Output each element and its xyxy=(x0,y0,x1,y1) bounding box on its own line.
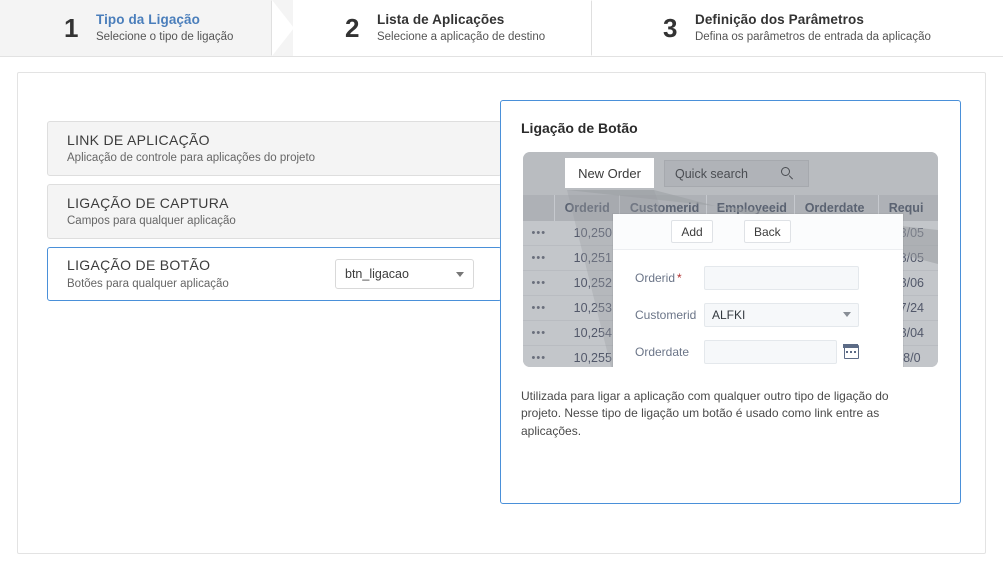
form-field-orderid: Orderid * xyxy=(613,259,903,296)
quick-search-field[interactable]: Quick search xyxy=(664,160,809,187)
step-1-title: Tipo da Ligação xyxy=(95,11,200,27)
preview-panel: Ligação de Botão Quick search New Order xyxy=(500,100,961,504)
grid-header-cell-0 xyxy=(523,195,555,221)
option-ligacao-de-botao-subtitle: Botões para qualquer aplicação xyxy=(67,277,229,290)
step-1-subtitle: Selecione o tipo de ligação xyxy=(95,30,234,43)
cell-orderid: 10,253 xyxy=(573,301,612,315)
customerid-select[interactable]: ALFKI xyxy=(704,302,859,327)
form-field-customerid: Customerid ALFKI xyxy=(613,296,903,333)
step-2-chevron-icon xyxy=(592,0,614,56)
orderdate-label: Orderdate xyxy=(635,344,690,359)
cell-orderid: 10,255 xyxy=(573,351,612,365)
option-link-de-aplicacao[interactable]: LINK DE APLICAÇÃO Aplicação de controle … xyxy=(47,121,502,176)
cell-orderid: 10,252 xyxy=(573,276,612,290)
step-2-lista-de-aplicacoes[interactable]: 2 Lista de Aplicações Selecione a aplica… xyxy=(293,0,614,56)
button-link-select-value: btn_ligacao xyxy=(345,267,409,281)
step-1-number: 1 xyxy=(64,13,78,43)
orderid-input[interactable] xyxy=(704,265,859,290)
form-field-orderdate: Orderdate xyxy=(613,333,903,367)
option-ligacao-de-botao[interactable]: LIGAÇÃO DE BOTÃO Botões para qualquer ap… xyxy=(47,247,502,301)
preview-title: Ligação de Botão xyxy=(521,120,638,136)
step-1-chevron-icon xyxy=(272,0,294,56)
wizard-stepper: 1 Tipo da Ligação Selecione o tipo de li… xyxy=(0,0,1003,57)
step-3-definicao-dos-parametros[interactable]: 3 Definição dos Parâmetros Defina os par… xyxy=(613,0,1003,56)
new-order-form-toolbar: Add Back xyxy=(613,214,903,250)
customerid-label: Customerid xyxy=(635,307,697,322)
step-2-number: 2 xyxy=(345,13,359,43)
chevron-down-icon xyxy=(843,312,851,317)
cell-orderid: 10,251 xyxy=(573,251,612,265)
orderid-label-text: Orderid xyxy=(635,270,676,285)
calendar-icon[interactable] xyxy=(843,343,859,359)
quick-search-placeholder: Quick search xyxy=(675,166,748,181)
search-icon xyxy=(781,167,794,180)
preview-illustration: Quick search New Order Orderid Customeri… xyxy=(523,152,938,367)
new-order-form: Add Back Orderid * Customerid ALFKI Orde… xyxy=(613,214,903,367)
row-menu-icon[interactable]: ••• xyxy=(523,246,555,271)
option-ligacao-de-captura[interactable]: LIGAÇÃO DE CAPTURA Campos para qualquer … xyxy=(47,184,502,239)
row-menu-icon[interactable]: ••• xyxy=(523,346,555,368)
row-menu-icon[interactable]: ••• xyxy=(523,296,555,321)
orderdate-input[interactable] xyxy=(704,339,837,364)
row-menu-icon[interactable]: ••• xyxy=(523,271,555,296)
step-3-number: 3 xyxy=(663,13,677,43)
option-ligacao-de-captura-subtitle: Campos para qualquer aplicação xyxy=(67,215,236,228)
back-button[interactable]: Back xyxy=(744,220,791,243)
required-asterisk-icon: * xyxy=(677,270,682,285)
step-2-subtitle: Selecione a aplicação de destino xyxy=(376,30,546,43)
step-2-title: Lista de Aplicações xyxy=(376,11,505,27)
option-link-de-aplicacao-title: LINK DE APLICAÇÃO xyxy=(67,131,210,148)
cell-orderid: 10,250 xyxy=(573,226,612,240)
step-1-tipo-da-ligacao[interactable]: 1 Tipo da Ligação Selecione o tipo de li… xyxy=(0,0,294,56)
wizard-page: 1 Tipo da Ligação Selecione o tipo de li… xyxy=(0,0,1003,571)
customerid-select-value: ALFKI xyxy=(712,307,746,322)
preview-description: Utilizada para ligar a aplicação com qua… xyxy=(521,389,889,438)
row-menu-icon[interactable]: ••• xyxy=(523,321,555,346)
option-ligacao-de-captura-title: LIGAÇÃO DE CAPTURA xyxy=(67,194,229,211)
option-ligacao-de-botao-title: LIGAÇÃO DE BOTÃO xyxy=(67,257,211,274)
grid-header-cell-orderid[interactable]: Orderid xyxy=(555,195,620,221)
orderid-label: Orderid * xyxy=(613,271,704,285)
new-order-button[interactable]: New Order xyxy=(565,158,654,188)
step-3-title: Definição dos Parâmetros xyxy=(694,11,864,27)
step-3-subtitle: Defina os parâmetros de entrada da aplic… xyxy=(694,30,931,43)
row-menu-icon[interactable]: ••• xyxy=(523,221,555,246)
option-link-de-aplicacao-subtitle: Aplicação de controle para aplicações do… xyxy=(67,152,316,165)
new-order-form-fields: Orderid * Customerid ALFKI Orderdate xyxy=(613,250,903,367)
main-content-card: LINK DE APLICAÇÃO Aplicação de controle … xyxy=(17,72,986,554)
button-link-select[interactable]: btn_ligacao xyxy=(335,259,474,289)
cell-orderid: 10,254 xyxy=(573,326,612,340)
link-type-option-list: LINK DE APLICAÇÃO Aplicação de controle … xyxy=(47,121,502,309)
chevron-down-icon xyxy=(456,271,464,277)
add-button[interactable]: Add xyxy=(671,220,713,243)
